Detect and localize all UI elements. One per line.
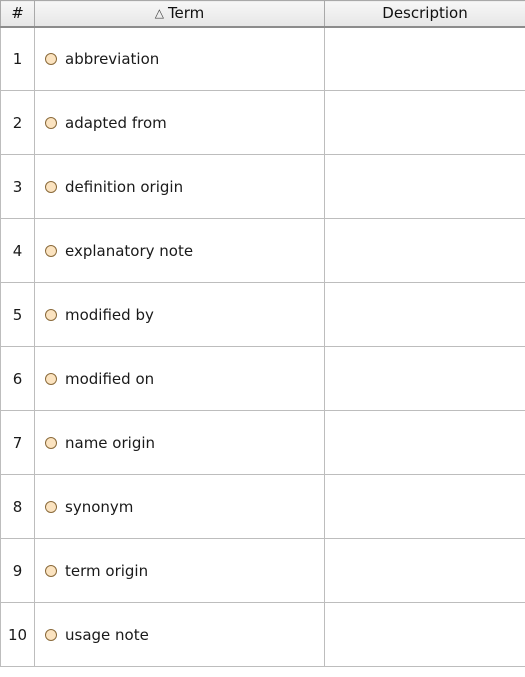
term-cell[interactable]: name origin [34, 410, 325, 475]
description-cell[interactable] [324, 474, 525, 539]
term-element-icon [45, 372, 57, 385]
table-row[interactable]: 2 adapted from [0, 90, 525, 155]
term-name: term origin [65, 561, 149, 580]
row-number-cell: 10 [0, 602, 35, 667]
description-cell[interactable] [324, 410, 525, 475]
description-cell[interactable] [324, 90, 525, 155]
term-name: synonym [65, 497, 134, 516]
table-row[interactable]: 6 modified on [0, 346, 525, 411]
row-number-cell: 7 [0, 410, 35, 475]
description-cell[interactable] [324, 538, 525, 603]
term-name: definition origin [65, 177, 184, 196]
term-name: modified on [65, 369, 155, 388]
row-number-cell: 4 [0, 218, 35, 283]
header-row: # △ Term Description [0, 0, 525, 28]
term-element-icon [45, 628, 57, 641]
term-name: usage note [65, 625, 149, 644]
column-header-number-label: # [11, 4, 24, 23]
table-row[interactable]: 1 abbreviation [0, 26, 525, 91]
term-element-icon [45, 500, 57, 513]
term-cell[interactable]: explanatory note [34, 218, 325, 283]
term-name: abbreviation [65, 49, 160, 68]
description-cell[interactable] [324, 602, 525, 667]
column-header-term-label: Term [167, 4, 205, 23]
term-element-icon [45, 116, 57, 129]
term-element-icon [45, 308, 57, 321]
row-number-cell: 2 [0, 90, 35, 155]
term-cell[interactable]: modified by [34, 282, 325, 347]
terms-table: # △ Term Description 1 abbreviation 2 ada… [0, 0, 525, 667]
term-element-icon [45, 180, 57, 193]
description-cell[interactable] [324, 154, 525, 219]
table-row[interactable]: 7 name origin [0, 410, 525, 475]
term-cell[interactable]: abbreviation [34, 26, 325, 91]
table-row[interactable]: 5 modified by [0, 282, 525, 347]
term-name: adapted from [65, 113, 167, 132]
term-cell[interactable]: adapted from [34, 90, 325, 155]
term-cell[interactable]: usage note [34, 602, 325, 667]
term-cell[interactable]: modified on [34, 346, 325, 411]
term-cell[interactable]: term origin [34, 538, 325, 603]
column-header-description[interactable]: Description [324, 0, 525, 28]
row-number-cell: 9 [0, 538, 35, 603]
term-name: explanatory note [65, 241, 194, 260]
row-number-cell: 8 [0, 474, 35, 539]
sort-ascending-icon: △ [154, 6, 164, 21]
term-name: modified by [65, 305, 154, 324]
term-element-icon [45, 564, 57, 577]
term-element-icon [45, 436, 57, 449]
column-header-number[interactable]: # [0, 0, 35, 28]
description-cell[interactable] [324, 346, 525, 411]
row-number-cell: 6 [0, 346, 35, 411]
table-row[interactable]: 8 synonym [0, 474, 525, 539]
row-number-cell: 5 [0, 282, 35, 347]
description-cell[interactable] [324, 26, 525, 91]
terms-table-view: # △ Term Description 1 abbreviation 2 ada… [0, 0, 525, 677]
table-row[interactable]: 10 usage note [0, 602, 525, 667]
column-header-description-label: Description [382, 4, 468, 23]
description-cell[interactable] [324, 218, 525, 283]
term-cell[interactable]: synonym [34, 474, 325, 539]
row-number-cell: 3 [0, 154, 35, 219]
table-row[interactable]: 9 term origin [0, 538, 525, 603]
column-header-term[interactable]: △ Term [34, 0, 325, 28]
row-number-cell: 1 [0, 26, 35, 91]
term-name: name origin [65, 433, 156, 452]
description-cell[interactable] [324, 282, 525, 347]
term-element-icon [45, 52, 57, 65]
table-row[interactable]: 3 definition origin [0, 154, 525, 219]
term-cell[interactable]: definition origin [34, 154, 325, 219]
table-row[interactable]: 4 explanatory note [0, 218, 525, 283]
term-element-icon [45, 244, 57, 257]
